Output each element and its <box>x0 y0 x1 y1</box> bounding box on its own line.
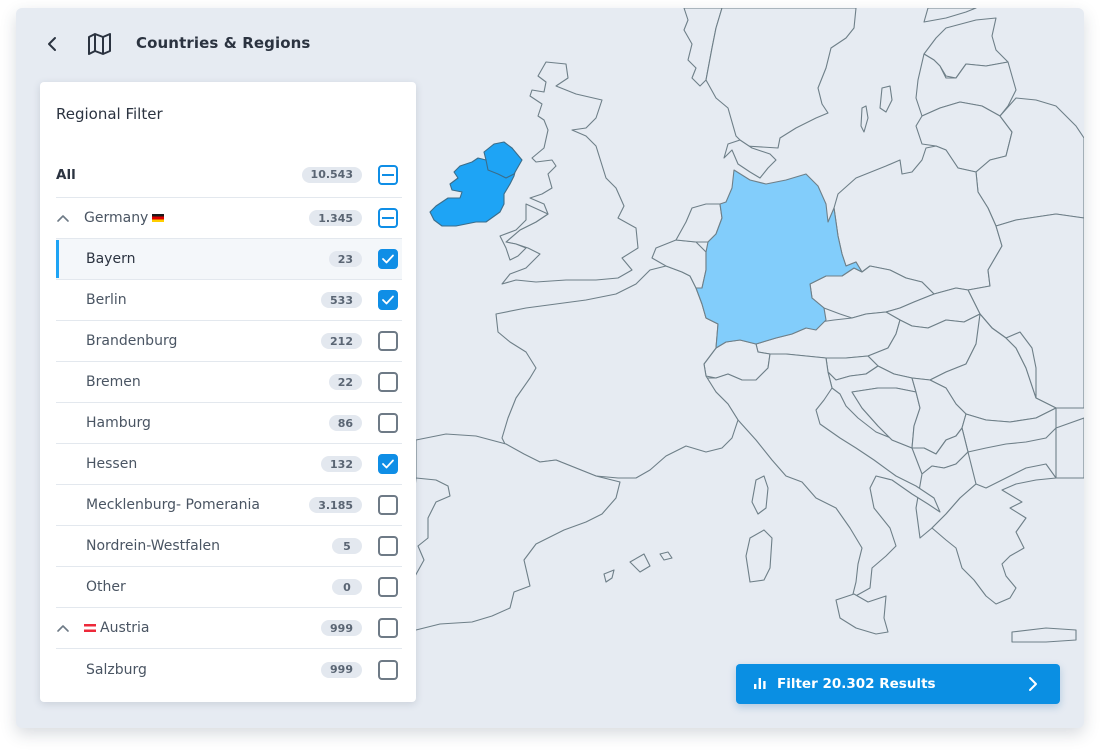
count-badge: 5 <box>332 538 362 554</box>
chevron-right-icon <box>1029 677 1037 691</box>
group-label: Austria <box>100 620 150 636</box>
count-badge: 86 <box>328 415 362 431</box>
checkbox-all[interactable] <box>378 164 398 185</box>
filter-group-germany[interactable]: Germany 1.345 <box>56 198 402 239</box>
chevron-up-icon[interactable] <box>56 210 78 226</box>
checkbox-other[interactable] <box>378 577 398 597</box>
group-label-wrap: Germany <box>56 210 168 226</box>
page-title: Countries & Regions <box>136 34 311 52</box>
region-label: Hessen <box>86 456 138 472</box>
app-window: Countries & Regions Regional Filter All … <box>16 8 1084 728</box>
count-badge: 10.543 <box>301 166 362 183</box>
filter-row-berlin[interactable]: Berlin 533 <box>56 280 402 321</box>
checkbox-austria[interactable] <box>378 618 398 638</box>
filter-row-bayern[interactable]: Bayern 23 <box>56 239 402 280</box>
filter-row-bremen[interactable]: Bremen 22 <box>56 362 402 403</box>
count-badge: 212 <box>321 333 362 349</box>
count-badge: 0 <box>332 579 362 595</box>
count-badge: 22 <box>328 374 362 390</box>
filter-row-salzburg[interactable]: Salzburg 999 <box>56 649 402 690</box>
count-badge: 999 <box>321 620 362 636</box>
checkbox-nordrein-westfalen[interactable] <box>378 536 398 556</box>
region-label: Brandenburg <box>86 333 178 349</box>
map-island-sardinia[interactable] <box>745 529 773 583</box>
partial-icon <box>382 217 394 219</box>
map-country-finland[interactable] <box>923 8 977 23</box>
checkbox-berlin[interactable] <box>378 290 398 310</box>
filter-row-brandenburg[interactable]: Brandenburg 212 <box>56 321 402 362</box>
map-island-corsica[interactable] <box>751 475 769 515</box>
regional-filter-panel: Regional Filter All 10.543 Germany 1.345 <box>40 82 416 702</box>
map-country-turkey[interactable] <box>1055 417 1084 479</box>
count-badge: 1.345 <box>309 210 362 226</box>
map-country-sweden[interactable] <box>705 8 857 149</box>
map-island-crete[interactable] <box>1011 627 1077 643</box>
checkbox-hessen[interactable] <box>378 454 398 474</box>
checkbox-mecklenburg-pomerania[interactable] <box>378 495 398 515</box>
map-island-sicily[interactable] <box>835 593 889 635</box>
group-label-wrap: Austria <box>56 620 149 636</box>
filter-row-hamburg[interactable]: Hamburg 86 <box>56 403 402 444</box>
region-label: Hamburg <box>86 415 151 431</box>
map-island-bornholm[interactable] <box>879 85 893 113</box>
austria-flag-icon <box>84 624 96 632</box>
check-icon <box>382 254 394 264</box>
filter-results-button[interactable]: Filter 20.302 Results <box>736 664 1060 704</box>
filter-row-nordrein-westfalen[interactable]: Nordrein-Westfalen 5 <box>56 526 402 567</box>
region-label: Salzburg <box>86 661 147 678</box>
map-island-mallorca[interactable] <box>629 553 651 573</box>
checkbox-bayern[interactable] <box>378 249 398 269</box>
count-badge: 533 <box>321 292 362 308</box>
map-island-ibiza[interactable] <box>603 569 615 583</box>
filter-row-all[interactable]: All 10.543 <box>56 152 402 198</box>
region-label: Berlin <box>86 292 127 308</box>
count-badge: 3.185 <box>309 497 362 513</box>
header: Countries & Regions <box>16 8 416 80</box>
checkbox-brandenburg[interactable] <box>378 331 398 351</box>
back-button[interactable] <box>42 33 62 55</box>
filter-group-austria[interactable]: Austria 999 <box>56 608 402 649</box>
bar-chart-icon <box>754 678 766 689</box>
map-icon <box>87 32 113 56</box>
checkbox-hamburg[interactable] <box>378 413 398 433</box>
partial-icon <box>382 173 394 176</box>
region-label: Bremen <box>86 374 141 390</box>
filter-label: All <box>56 166 76 183</box>
check-icon <box>382 295 394 305</box>
filter-list: All 10.543 Germany 1.345 Bayern 23 Berli… <box>56 152 402 690</box>
checkbox-bremen[interactable] <box>378 372 398 392</box>
filter-row-other[interactable]: Other 0 <box>56 567 402 608</box>
region-label: Nordrein-Westfalen <box>86 538 221 554</box>
region-label: Mecklenburg- Pomerania <box>86 497 260 513</box>
filter-row-hessen[interactable]: Hessen 132 <box>56 444 402 485</box>
checkbox-salzburg[interactable] <box>378 659 398 680</box>
checkbox-germany[interactable] <box>378 208 398 228</box>
group-label: Germany <box>84 210 149 226</box>
region-label: Bayern <box>86 251 136 267</box>
region-label: Other <box>86 579 126 595</box>
check-icon <box>382 459 394 469</box>
filter-row-mecklenburg-pomerania[interactable]: Mecklenburg- Pomerania 3.185 <box>56 485 402 526</box>
chevron-left-icon <box>48 37 56 51</box>
map-island-menorca[interactable] <box>659 551 673 561</box>
germany-flag-icon <box>152 214 165 222</box>
filter-button-label: Filter 20.302 Results <box>777 676 936 692</box>
chevron-up-icon[interactable] <box>56 620 78 636</box>
map-island-gotland[interactable] <box>860 105 869 133</box>
count-badge: 132 <box>321 456 362 472</box>
panel-title: Regional Filter <box>56 105 163 123</box>
count-badge: 23 <box>328 251 362 267</box>
count-badge: 999 <box>321 661 362 678</box>
